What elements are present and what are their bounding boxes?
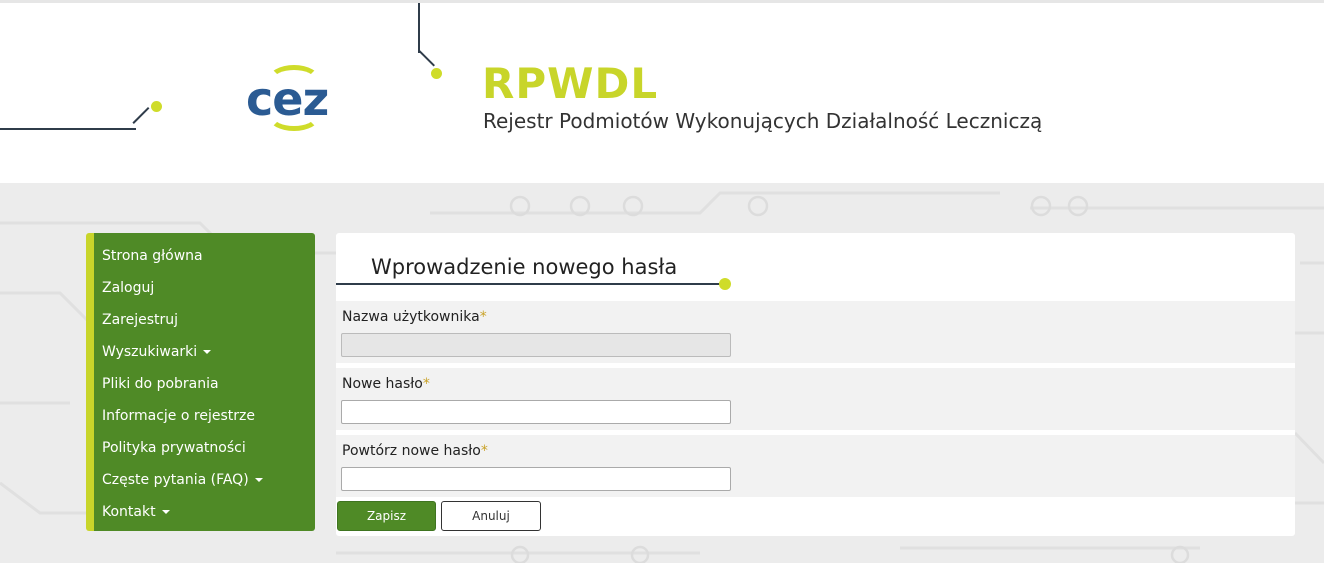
- username-field[interactable]: [341, 333, 731, 357]
- sidebar-item-login[interactable]: Zaloguj: [94, 272, 315, 304]
- sidebar-item-label: Częste pytania (FAQ): [102, 472, 249, 488]
- repeat-password-label-text: Powtórz nowe hasło: [342, 443, 481, 459]
- sidebar-item-label: Polityka prywatności: [102, 440, 246, 456]
- decor-line: [418, 49, 435, 67]
- decor-line: [132, 107, 150, 124]
- username-field-group: Nazwa użytkownika*: [336, 301, 1295, 363]
- new-password-label-text: Nowe hasło: [342, 376, 423, 392]
- page-title: Wprowadzenie nowego hasła: [371, 255, 678, 279]
- sidebar-item-downloads[interactable]: Pliki do pobrania: [94, 368, 315, 400]
- new-password-field[interactable]: [341, 400, 731, 424]
- title-dot: [719, 278, 731, 290]
- decor-dot: [151, 101, 162, 112]
- new-password-label: Nowe hasło*: [342, 376, 430, 392]
- required-mark: *: [422, 376, 430, 392]
- required-mark: *: [480, 443, 488, 459]
- username-label-text: Nazwa użytkownika: [342, 309, 480, 325]
- sidebar-item-label: Zaloguj: [102, 280, 155, 296]
- brand-subtitle: Rejestr Podmiotów Wykonujących Działalno…: [483, 109, 1043, 133]
- repeat-password-field-group: Powtórz nowe hasło*: [336, 435, 1295, 497]
- save-button[interactable]: Zapisz: [337, 501, 436, 531]
- sidebar-item-label: Strona główna: [102, 248, 203, 264]
- cancel-button[interactable]: Anuluj: [441, 501, 541, 531]
- sidebar-item-contact[interactable]: Kontakt: [94, 496, 315, 528]
- repeat-password-label: Powtórz nowe hasło*: [342, 443, 488, 459]
- logo-text: cez: [246, 72, 329, 126]
- sidebar-item-label: Informacje o rejestrze: [102, 408, 255, 424]
- sidebar-nav: Strona główna Zaloguj Zarejestruj Wyszuk…: [86, 233, 315, 531]
- sidebar-item-label: Kontakt: [102, 504, 156, 520]
- sidebar-item-registry-info[interactable]: Informacje o rejestrze: [94, 400, 315, 432]
- caret-down-icon: [254, 478, 263, 482]
- sidebar-item-label: Zarejestruj: [102, 312, 179, 328]
- decor-line: [418, 3, 420, 53]
- repeat-password-field[interactable]: [341, 467, 731, 491]
- decor-line: [0, 128, 136, 130]
- caret-down-icon: [203, 350, 212, 354]
- decor-dot: [431, 68, 442, 79]
- new-password-field-group: Nowe hasło*: [336, 368, 1295, 430]
- page-header: cez RPWDL Rejestr Podmiotów Wykonujących…: [0, 0, 1324, 183]
- sidebar-item-search-engines[interactable]: Wyszukiwarki: [94, 336, 315, 368]
- sidebar-item-register[interactable]: Zarejestruj: [94, 304, 315, 336]
- sidebar-item-home[interactable]: Strona główna: [94, 240, 315, 272]
- username-label: Nazwa użytkownika*: [342, 309, 487, 325]
- sidebar-item-faq[interactable]: Częste pytania (FAQ): [94, 464, 315, 496]
- sidebar-item-label: Wyszukiwarki: [102, 344, 198, 360]
- title-underline: [336, 283, 722, 285]
- cez-logo[interactable]: cez: [246, 65, 350, 131]
- caret-down-icon: [161, 510, 170, 514]
- required-mark: *: [479, 309, 487, 325]
- sidebar-item-label: Pliki do pobrania: [102, 376, 219, 392]
- brand-title: RPWDL: [482, 59, 659, 108]
- password-form-panel: Wprowadzenie nowego hasła Nazwa użytkown…: [336, 233, 1295, 536]
- sidebar-item-privacy-policy[interactable]: Polityka prywatności: [94, 432, 315, 464]
